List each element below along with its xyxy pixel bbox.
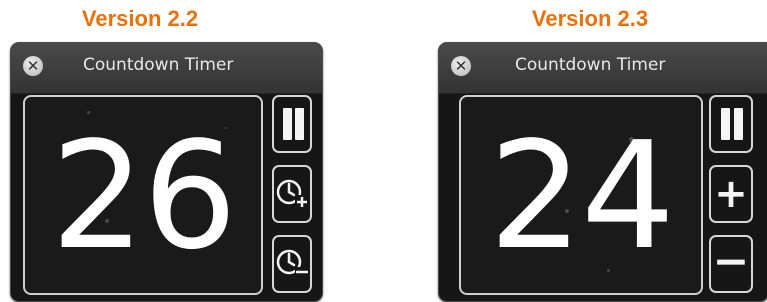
countdown-display: 24 [459,95,703,295]
version-2-3-heading: Version 2.3 [531,6,649,31]
countdown-digits: 24 [488,110,675,282]
subtract-time-button[interactable] [272,235,312,293]
pause-button[interactable] [709,95,753,153]
title-bar[interactable]: ✕ Countdown Timer [439,43,767,94]
clock-minus-icon [276,249,309,277]
add-time-button[interactable] [272,165,312,223]
pause-button[interactable] [272,95,312,153]
pause-icon [721,108,730,140]
pause-icon [295,108,304,140]
countdown-digits: 26 [50,110,237,282]
pause-icon [734,108,743,140]
countdown-display: 26 [23,95,263,295]
countdown-timer-widget-v2-3: ✕ Countdown Timer 24 + − [438,42,767,302]
minus-icon: − [712,236,750,287]
add-time-button[interactable]: + [709,165,753,223]
version-2-2-heading: Version 2.2 [81,6,199,31]
close-icon[interactable]: ✕ [23,56,43,76]
countdown-timer-widget-v2-2: ✕ Countdown Timer 26 [10,42,323,302]
subtract-time-button[interactable]: − [709,235,753,293]
clock-plus-icon [276,179,309,209]
window-title: Countdown Timer [83,55,234,75]
pause-icon [283,108,292,140]
title-bar[interactable]: ✕ Countdown Timer [11,43,322,94]
window-title: Countdown Timer [515,55,666,75]
close-icon[interactable]: ✕ [451,56,471,76]
plus-icon: + [714,171,748,217]
